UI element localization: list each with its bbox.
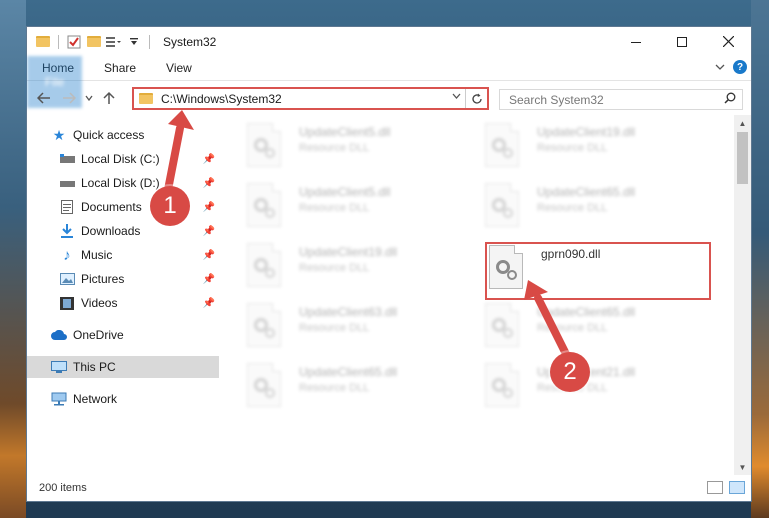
- annotation-arrows: [162, 110, 574, 366]
- callout-badge-1: 1: [150, 186, 190, 226]
- callout-badge-2: 2: [550, 352, 590, 392]
